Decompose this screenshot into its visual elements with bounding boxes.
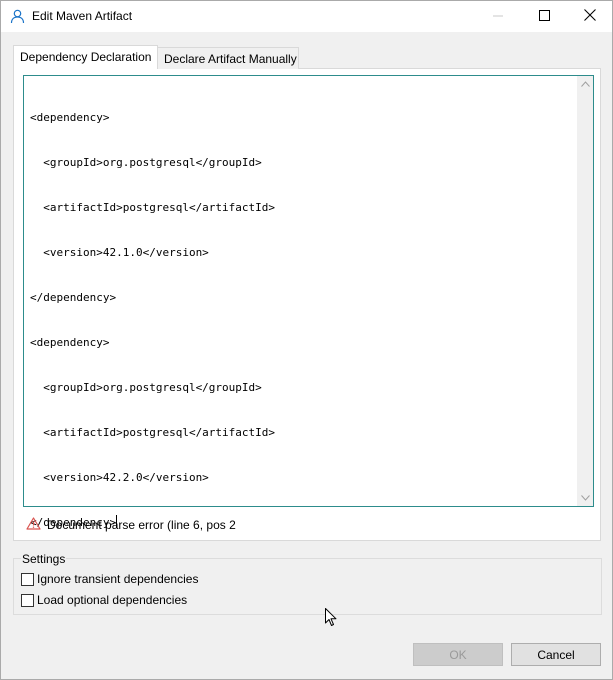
warning-icon bbox=[26, 517, 41, 533]
load-optional-dependencies-option[interactable]: Load optional dependencies bbox=[21, 593, 187, 607]
code-line: <groupId>org.postgresql</groupId> bbox=[30, 381, 262, 394]
minimize-icon bbox=[493, 10, 503, 24]
person-icon bbox=[10, 9, 25, 24]
cancel-button[interactable]: Cancel bbox=[511, 643, 601, 666]
ignore-transient-label[interactable]: Ignore transient dependencies bbox=[37, 572, 198, 586]
title-bar: Edit Maven Artifact bbox=[1, 1, 612, 32]
load-optional-label[interactable]: Load optional dependencies bbox=[37, 593, 187, 607]
error-text: Document parse error (line 6, pos 2 bbox=[47, 518, 236, 532]
ignore-transient-checkbox[interactable] bbox=[21, 572, 34, 586]
minimize-button[interactable] bbox=[475, 1, 521, 32]
maximize-icon bbox=[538, 9, 550, 24]
tab-panel: <dependency> <groupId>org.postgresql</gr… bbox=[13, 68, 601, 541]
code-line: <dependency> bbox=[30, 336, 110, 349]
ignore-transient-dependencies-option[interactable]: Ignore transient dependencies bbox=[21, 572, 198, 586]
maximize-button[interactable] bbox=[521, 1, 567, 32]
window-title: Edit Maven Artifact bbox=[32, 9, 133, 23]
code-line: <version>42.1.0</version> bbox=[30, 246, 209, 259]
code-line: <artifactId>postgresql</artifactId> bbox=[30, 426, 276, 439]
close-icon bbox=[584, 9, 596, 24]
tab-declare-artifact-manually[interactable]: Declare Artifact Manually bbox=[157, 47, 299, 69]
edit-maven-artifact-dialog: Edit Maven Artifact Dependency Declarati… bbox=[0, 0, 613, 680]
scroll-up-arrow-icon[interactable] bbox=[577, 76, 593, 92]
dependency-editor[interactable]: <dependency> <groupId>org.postgresql</gr… bbox=[23, 75, 594, 529]
editor-content: <dependency> <groupId>org.postgresql</gr… bbox=[30, 80, 275, 560]
vertical-scrollbar[interactable] bbox=[577, 76, 593, 506]
code-line: <artifactId>postgresql</artifactId> bbox=[30, 201, 276, 214]
load-optional-checkbox[interactable] bbox=[21, 593, 34, 607]
code-line: <dependency> bbox=[30, 111, 110, 124]
code-line: </dependency> bbox=[30, 291, 117, 304]
ok-button[interactable]: OK bbox=[413, 643, 503, 666]
code-line: <version>42.2.0</version> bbox=[30, 471, 209, 484]
tab-dependency-declaration[interactable]: Dependency Declaration bbox=[13, 45, 158, 69]
scroll-down-arrow-icon[interactable] bbox=[577, 490, 593, 506]
error-message-row: Document parse error (line 6, pos 2 bbox=[26, 516, 236, 534]
mouse-cursor-icon bbox=[325, 608, 337, 630]
close-button[interactable] bbox=[567, 1, 613, 32]
code-line: <groupId>org.postgresql</groupId> bbox=[30, 156, 262, 169]
